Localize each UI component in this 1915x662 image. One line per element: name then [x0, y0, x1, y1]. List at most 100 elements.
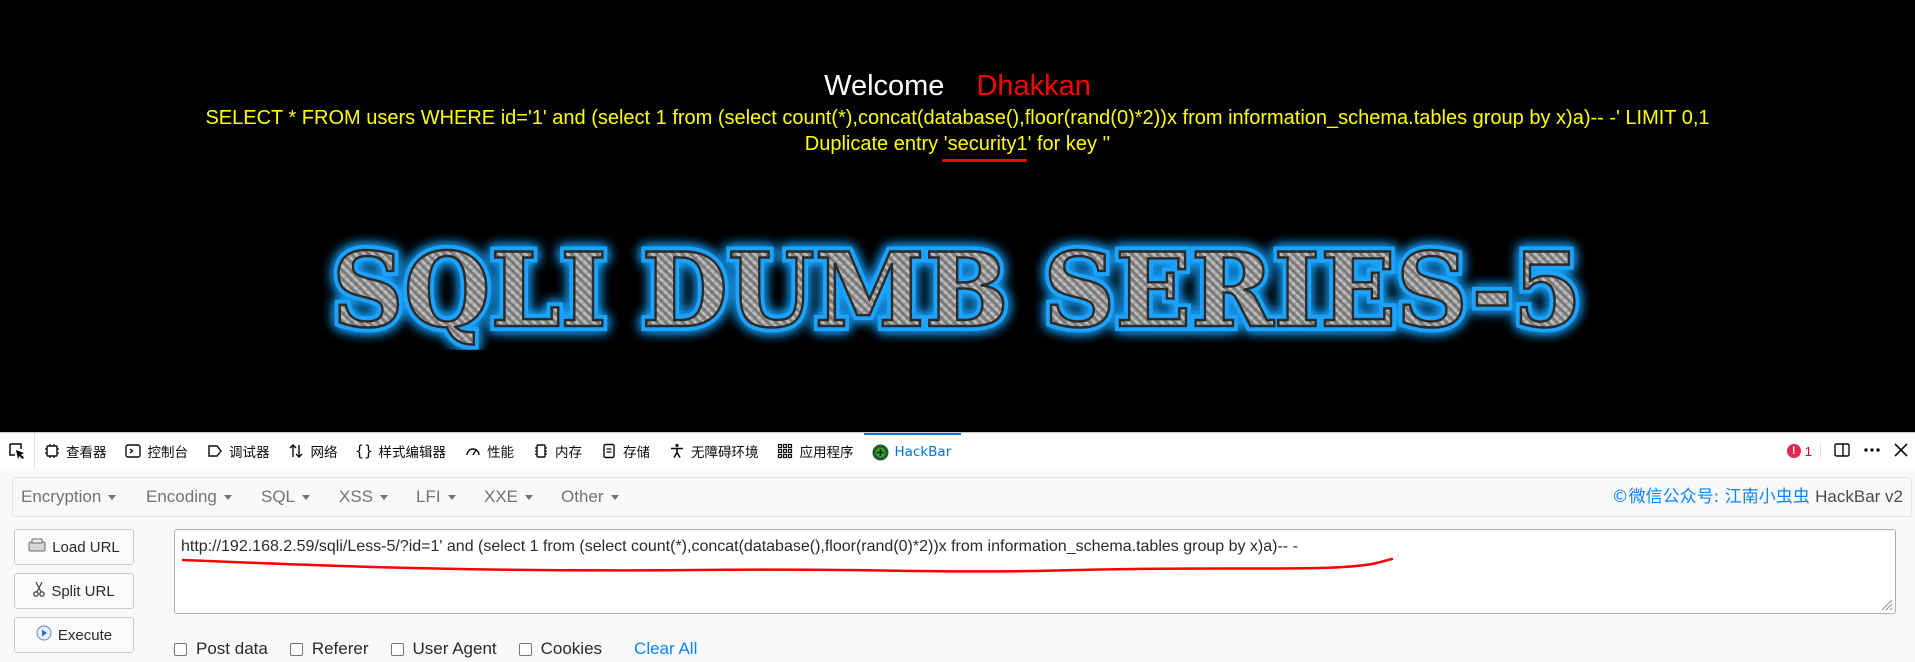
hackbar-version: HackBar v2: [1815, 487, 1903, 506]
tab-performance[interactable]: 性能: [456, 433, 524, 469]
menu-sql[interactable]: SQL: [261, 478, 311, 516]
username: Dhakkan: [976, 70, 1091, 102]
menu-label: Encryption: [21, 487, 102, 506]
hackbar-brand: ©微信公众号: 江南小虫虫 HackBar v2: [1612, 478, 1903, 516]
red-annotation-underline: [181, 557, 1394, 573]
execute-button[interactable]: Execute: [14, 617, 134, 653]
split-url-button[interactable]: Split URL: [14, 573, 134, 609]
error-value: 'security1': [943, 133, 1032, 155]
menu-label: XSS: [339, 487, 374, 506]
close-icon[interactable]: [1893, 442, 1909, 461]
error-icon: !: [1786, 444, 1801, 458]
caret-down-icon: [610, 495, 619, 501]
tab-accessibility[interactable]: 无障碍环境: [660, 433, 769, 469]
menu-lfi[interactable]: LFI: [416, 478, 456, 516]
welcome-line: Welcome Dhakkan: [0, 70, 1915, 103]
more-options-icon[interactable]: [1863, 441, 1881, 462]
sqli-banner-image: SQLI DUMB SERIES-5 SQLI DUMB SERIES-5: [327, 226, 1587, 350]
execute-label: Execute: [57, 626, 113, 644]
tab-storage[interactable]: 存储: [592, 433, 660, 469]
storage-icon: [600, 443, 617, 460]
caret-down-icon: [108, 495, 117, 501]
tab-inspector[interactable]: 查看器: [35, 433, 117, 469]
menu-label: XXE: [484, 487, 519, 506]
load-url-icon: [28, 538, 46, 556]
memory-icon: [532, 443, 549, 460]
caret-down-icon: [380, 495, 389, 501]
menu-label: Other: [561, 487, 604, 506]
scissors-icon: [33, 581, 46, 601]
performance-icon: [464, 443, 481, 460]
menu-label: Encoding: [146, 487, 217, 506]
post-data-checkbox[interactable]: [174, 642, 187, 656]
option-label: User Agent: [412, 639, 497, 658]
hackbar-menu-bar: Encryption Encoding SQL XSS LFI XXE Othe…: [12, 477, 1912, 517]
red-annotation-underline: [942, 159, 1027, 162]
menu-label: SQL: [261, 487, 296, 506]
error-counter[interactable]: ! 1: [1786, 443, 1821, 459]
url-textarea[interactable]: http://192.168.2.59/sqli/Less-5/?id=1' a…: [174, 529, 1896, 614]
referer-option[interactable]: Referer: [289, 639, 369, 659]
tab-style-editor[interactable]: {} 样式编辑器: [348, 433, 457, 469]
sql-error-message: Duplicate entry 'security1' for key '': [0, 133, 1915, 156]
tab-label: 控制台: [147, 445, 189, 461]
console-icon: [125, 443, 142, 460]
banner-text: SQLI DUMB SERIES-5: [332, 231, 1582, 350]
tab-network[interactable]: 网络: [280, 433, 348, 469]
hackbar-options: Post data Referer User Agent Cookies Cle…: [174, 637, 697, 661]
inspector-icon: [43, 443, 60, 460]
dock-side-icon[interactable]: [1833, 441, 1851, 462]
option-label: Post data: [196, 639, 268, 658]
cookies-option[interactable]: Cookies: [518, 639, 603, 659]
tab-hackbar[interactable]: HackBar: [863, 433, 962, 469]
devtools-toolbar: 查看器 控制台 调试器 网络 {} 样式编辑器 性能 内存 存储 无障碍环境 应…: [0, 432, 1915, 470]
url-text: http://192.168.2.59/sqli/Less-5/?id=1' a…: [181, 538, 1298, 555]
accessibility-icon: [668, 443, 685, 460]
tab-application[interactable]: 应用程序: [769, 433, 864, 469]
web-page: Welcome Dhakkan SELECT * FROM users WHERE…: [0, 0, 1915, 432]
hackbar-panel: Encryption Encoding SQL XSS LFI XXE Othe…: [0, 469, 1915, 662]
resize-handle-icon[interactable]: [1879, 597, 1893, 611]
caret-down-icon: [302, 495, 311, 501]
tab-label: 样式编辑器: [378, 445, 447, 461]
menu-encoding[interactable]: Encoding: [146, 478, 232, 516]
load-url-button[interactable]: Load URL: [14, 529, 134, 565]
split-url-label: Split URL: [51, 582, 115, 600]
menu-label: LFI: [416, 487, 441, 506]
user-agent-option[interactable]: User Agent: [390, 639, 497, 659]
error-prefix: Duplicate entry: [804, 133, 944, 155]
caret-down-icon: [447, 495, 456, 501]
cookies-checkbox[interactable]: [518, 642, 532, 656]
load-url-label: Load URL: [52, 538, 120, 556]
devtools-right-controls: ! 1: [1786, 433, 1915, 469]
caret-down-icon: [525, 495, 534, 501]
application-icon: [777, 443, 794, 460]
user-agent-checkbox[interactable]: [390, 642, 404, 656]
post-data-option[interactable]: Post data: [174, 639, 268, 659]
option-label: Cookies: [540, 639, 603, 658]
tab-debugger[interactable]: 调试器: [198, 433, 280, 469]
debugger-icon: [206, 443, 223, 460]
tab-label: 调试器: [229, 445, 270, 461]
tab-label: 应用程序: [799, 445, 854, 461]
tab-label: 网络: [310, 445, 338, 461]
element-picker-button[interactable]: [0, 433, 35, 469]
tab-label: 无障碍环境: [691, 445, 759, 461]
style-editor-icon: {}: [354, 442, 374, 460]
tab-console[interactable]: 控制台: [117, 433, 199, 469]
hackbar-icon: [872, 444, 889, 461]
menu-xss[interactable]: XSS: [339, 478, 389, 516]
menu-other[interactable]: Other: [561, 478, 619, 516]
welcome-text: Welcome: [824, 70, 945, 102]
tab-label: 存储: [623, 445, 650, 461]
tab-memory[interactable]: 内存: [524, 433, 592, 469]
menu-xxe[interactable]: XXE: [484, 478, 534, 516]
tab-label: 内存: [555, 445, 582, 461]
caret-down-icon: [223, 495, 232, 501]
error-count: 1: [1804, 443, 1812, 459]
referer-checkbox[interactable]: [289, 642, 303, 656]
menu-encryption[interactable]: Encryption: [21, 478, 117, 516]
option-label: Referer: [311, 639, 369, 658]
element-picker-icon: [9, 443, 24, 459]
clear-all-link[interactable]: Clear All: [634, 639, 697, 659]
